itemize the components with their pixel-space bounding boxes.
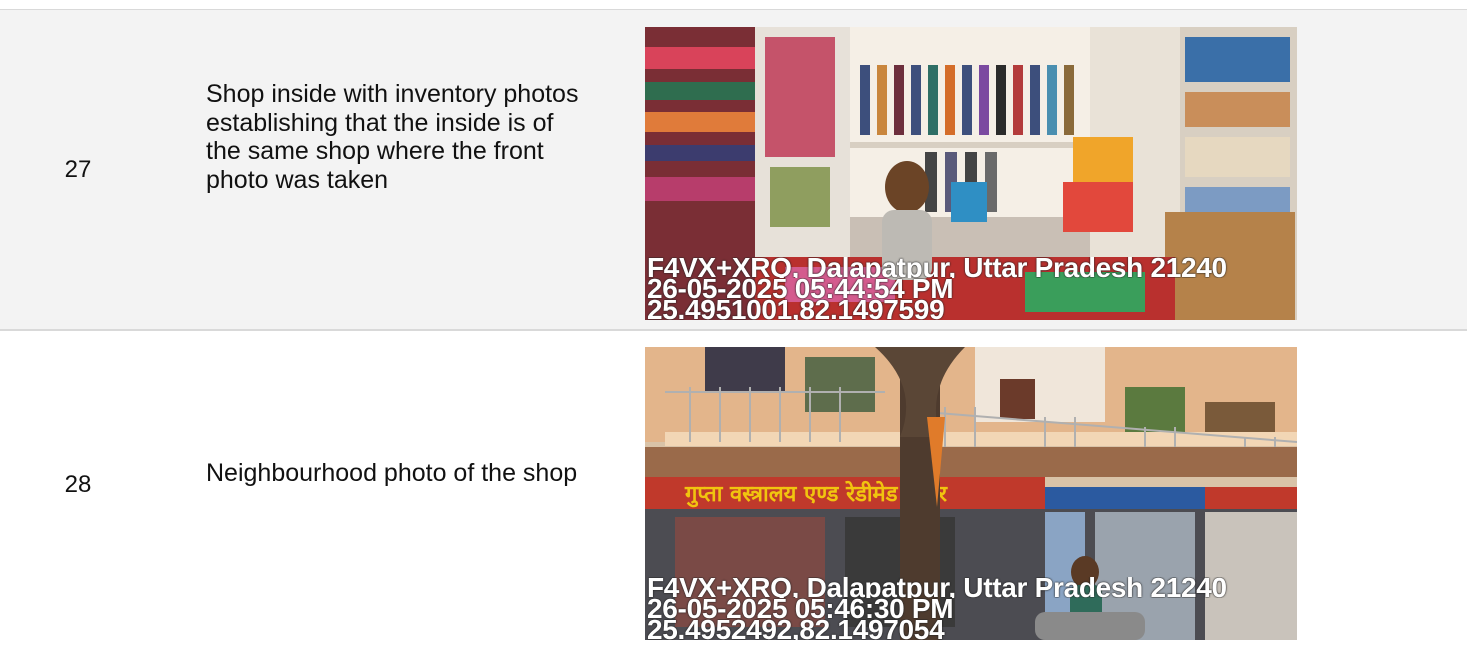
stamp-coordinates: 25.4951001,82.1497599 — [647, 299, 945, 320]
photo-geotag-stamp: F4VX+XRQ, Dalapatpur, Uttar Pradesh 2124… — [647, 257, 1297, 320]
stamp-location: F4VX+XRQ, Dalapatpur, Uttar Pradesh 2124… — [647, 257, 1227, 278]
row-number: 27 — [64, 155, 92, 183]
table-row: 27 Shop inside with inventory photos est… — [0, 10, 1467, 329]
stamp-datetime: 26-05-2025 05:44:54 PM — [647, 278, 954, 299]
row-description: Shop inside with inventory photos establ… — [206, 80, 579, 194]
stamp-datetime: 26-05-2025 05:46:30 PM — [647, 598, 954, 619]
photo-geotag-stamp: F4VX+XRQ, Dalapatpur, Uttar Pradesh 2124… — [647, 577, 1297, 640]
stamp-location: F4VX+XRQ, Dalapatpur, Uttar Pradesh 2124… — [647, 577, 1227, 598]
stamp-coordinates: 25.4952492,82.1497054 — [647, 619, 945, 640]
row-description: Neighbourhood photo of the shop — [206, 459, 578, 487]
shop-exterior-photo: गुप्ता वस्त्रालय एण्ड रेडीमेड सेन्टर F4V… — [645, 347, 1297, 640]
shop-interior-photo: F4VX+XRQ, Dalapatpur, Uttar Pradesh 2124… — [645, 27, 1297, 320]
table-row: 28 Neighbourhood photo of the shop गुप्त… — [0, 331, 1467, 645]
row-number: 28 — [64, 471, 92, 498]
